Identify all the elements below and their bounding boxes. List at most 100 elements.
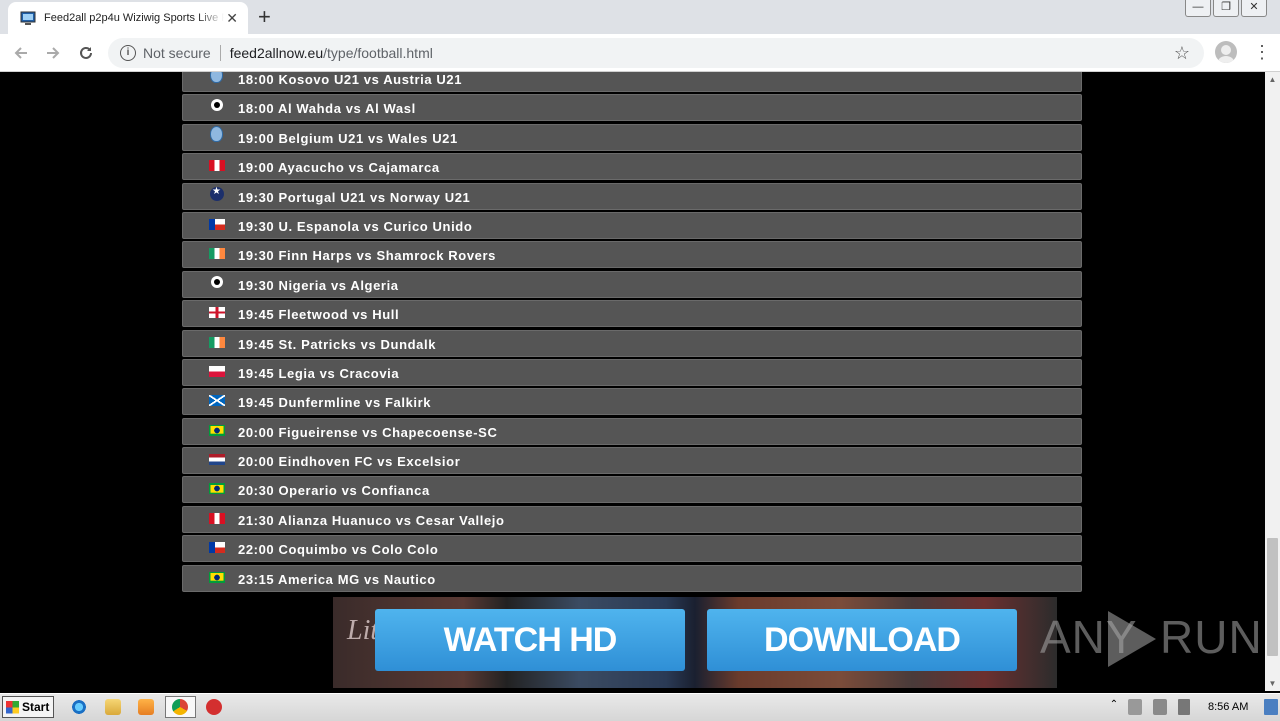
warning-icon[interactable] (206, 699, 222, 715)
match-row[interactable]: 19:00 Ayacucho vs Cajamarca (182, 153, 1082, 181)
peru-flag-icon (209, 160, 225, 172)
bookmark-star-icon[interactable]: ☆ (1174, 43, 1190, 64)
poland-flag-icon-shape (209, 365, 225, 377)
brazil-flag-icon (209, 571, 225, 583)
watermark-play-icon (1108, 611, 1156, 667)
browser-toolbar: i Not secure feed2allnow.eu/type/footbal… (0, 34, 1280, 72)
vertical-scrollbar[interactable]: ▲ ▼ (1265, 72, 1280, 691)
window-controls: — ❐ ✕ (1183, 0, 1267, 18)
tray-expand-icon[interactable]: ⌃ (1109, 699, 1119, 715)
reload-icon (80, 46, 92, 59)
chile-flag-icon-shape (209, 542, 225, 554)
match-row[interactable]: 19:30 Portugal U21 vs Norway U21 (182, 182, 1082, 210)
profile-avatar[interactable] (1215, 41, 1237, 63)
tab-strip: Feed2all p2p4u Wiziwig Sports Live F ✕ +… (0, 0, 1280, 34)
download-button[interactable]: DOWNLOAD (707, 609, 1017, 671)
uefa-icon-shape (210, 72, 223, 83)
football-icon-shape (211, 99, 223, 112)
match-row[interactable]: 19:30 Nigeria vs Algeria (182, 270, 1082, 298)
forward-button[interactable] (41, 41, 65, 65)
media-player-icon[interactable] (138, 699, 154, 715)
internet-explorer-icon[interactable] (71, 699, 87, 715)
match-row[interactable]: 19:45 Dunfermline vs Falkirk (182, 388, 1082, 416)
poland-flag-icon (209, 365, 225, 377)
chile-flag-icon (209, 218, 225, 230)
england-flag-icon-shape (209, 307, 225, 319)
scroll-thumb[interactable] (1267, 538, 1278, 656)
match-row[interactable]: 19:45 St. Patricks vs Dundalk (182, 329, 1082, 357)
minimize-button[interactable]: — (1185, 0, 1211, 17)
match-title: 19:45 Fleetwood vs Hull (238, 307, 400, 323)
tab-close-icon[interactable]: ✕ (226, 10, 238, 27)
back-button[interactable] (9, 41, 33, 65)
restore-button[interactable]: ❐ (1213, 0, 1239, 17)
volume-icon[interactable] (1128, 699, 1142, 715)
match-row[interactable]: 19:30 U. Espanola vs Curico Unido (182, 211, 1082, 239)
football-icon (209, 99, 225, 112)
match-row[interactable]: 22:00 Coquimbo vs Colo Colo (182, 535, 1082, 563)
match-title: 22:00 Coquimbo vs Colo Colo (238, 542, 439, 558)
monitor-icon (20, 11, 36, 25)
omnibox-divider (219, 45, 221, 61)
match-title: 19:45 Legia vs Cracovia (238, 365, 400, 381)
action-center-flag-icon[interactable] (1178, 699, 1190, 715)
match-row[interactable]: 20:30 Operario vs Confianca (182, 476, 1082, 504)
new-tab-button[interactable]: + (258, 4, 271, 30)
match-title: 23:15 America MG vs Nautico (238, 571, 436, 587)
england-flag-icon (209, 307, 225, 319)
security-label: Not secure (143, 45, 211, 61)
info-icon[interactable]: i (120, 45, 136, 61)
menu-kebab-icon[interactable]: ⋮ (1253, 42, 1271, 62)
network-icon[interactable] (1153, 699, 1167, 715)
match-row[interactable]: 19:00 Belgium U21 vs Wales U21 (182, 123, 1082, 151)
url-path: /type/football.html (323, 45, 433, 61)
match-row[interactable]: 20:00 Eindhoven FC vs Excelsior (182, 447, 1082, 475)
start-button[interactable]: Start (2, 696, 54, 718)
reload-button[interactable] (74, 41, 98, 65)
folder-icon[interactable] (105, 699, 121, 715)
match-title: 19:30 Finn Harps vs Shamrock Rovers (238, 248, 496, 264)
windows-logo-icon (6, 700, 19, 714)
match-title: 20:30 Operario vs Confianca (238, 483, 430, 499)
match-row[interactable]: 19:45 Fleetwood vs Hull (182, 300, 1082, 328)
arrow-left-icon (14, 47, 27, 59)
netherlands-flag-icon (209, 454, 225, 466)
chile-flag-icon (209, 542, 225, 554)
match-title: 19:00 Belgium U21 vs Wales U21 (238, 130, 458, 146)
browser-tab[interactable]: Feed2all p2p4u Wiziwig Sports Live F ✕ (8, 2, 248, 34)
ireland-flag-icon-shape (209, 248, 225, 260)
match-row[interactable]: 18:00 Kosovo U21 vs Austria U21 (182, 72, 1082, 92)
match-row[interactable]: 18:00 Al Wahda vs Al Wasl (182, 94, 1082, 122)
match-title: 19:30 Nigeria vs Algeria (238, 277, 399, 293)
watermark-run: RUN (1160, 611, 1263, 663)
brazil-flag-icon-shape (209, 483, 225, 495)
match-row[interactable]: 19:45 Legia vs Cracovia (182, 358, 1082, 386)
page-content: 18:00 Kosovo U21 vs Austria U21 18:00 Al … (0, 72, 1265, 691)
ireland-flag-icon (209, 248, 225, 260)
ireland-flag-icon (209, 336, 225, 348)
peru-flag-icon-shape (209, 160, 225, 172)
match-title: 21:30 Alianza Huanuco vs Cesar Vallejo (238, 512, 505, 528)
show-desktop-icon[interactable] (1264, 699, 1278, 715)
scotland-flag-icon (209, 395, 225, 407)
brazil-flag-icon (209, 483, 225, 495)
address-bar[interactable]: i Not secure feed2allnow.eu/type/footbal… (108, 38, 1204, 68)
watch-hd-button[interactable]: WATCH HD (375, 609, 685, 671)
match-row[interactable]: 19:30 Finn Harps vs Shamrock Rovers (182, 241, 1082, 269)
match-title: 20:00 Eindhoven FC vs Excelsior (238, 454, 461, 470)
ad-banner[interactable]: Little hands WATCH HD DOWNLOAD (333, 597, 1057, 688)
scroll-down-icon[interactable]: ▼ (1265, 676, 1280, 691)
match-row[interactable]: 21:30 Alianza Huanuco vs Cesar Vallejo (182, 505, 1082, 533)
netherlands-flag-icon-shape (209, 454, 225, 466)
scroll-up-icon[interactable]: ▲ (1265, 72, 1280, 87)
close-window-button[interactable]: ✕ (1241, 0, 1267, 17)
football-icon (209, 275, 225, 289)
match-title: 18:00 Al Wahda vs Al Wasl (238, 101, 416, 117)
match-row[interactable]: 20:00 Figueirense vs Chapecoense-SC (182, 417, 1082, 445)
url-host: feed2allnow.eu (229, 45, 324, 61)
match-row[interactable]: 23:15 America MG vs Nautico (182, 564, 1082, 592)
match-title: 18:00 Kosovo U21 vs Austria U21 (238, 72, 463, 87)
uefa-icon-shape (210, 125, 223, 142)
brazil-flag-icon-shape (209, 571, 225, 583)
chrome-icon (172, 699, 188, 715)
